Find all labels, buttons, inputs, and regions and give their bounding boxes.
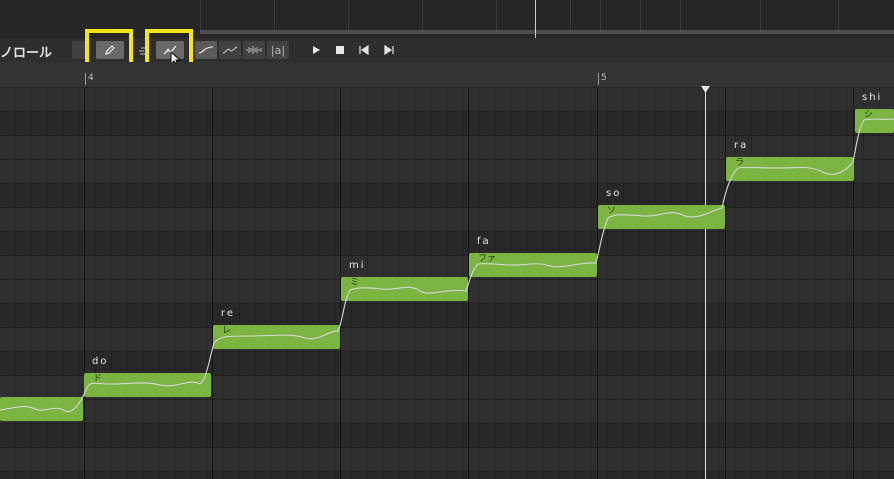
overview-cell <box>680 0 681 34</box>
waveform-mode-button[interactable] <box>243 41 265 59</box>
overview-cell <box>274 0 275 34</box>
bar-marker-4: 4 <box>85 73 94 85</box>
wave-icon <box>222 46 238 54</box>
panel-title: ノロール <box>0 46 53 61</box>
overview-scrollbar[interactable] <box>200 30 894 34</box>
waveform-icon <box>246 46 262 54</box>
lyrics-mode-label: |a| <box>270 43 286 57</box>
overview-cell <box>422 0 423 34</box>
overview-cell <box>838 0 839 34</box>
overview-cell <box>200 0 201 34</box>
overview-cell <box>760 0 761 34</box>
stop-button[interactable] <box>331 41 349 59</box>
vibrato-mode-button[interactable] <box>219 41 241 59</box>
skip-forward-icon <box>384 45 394 55</box>
timeline-ruler[interactable]: 4 5 <box>0 62 894 88</box>
overview-cell <box>496 0 497 34</box>
play-button[interactable] <box>307 41 325 59</box>
playhead-marker-icon[interactable] <box>701 86 710 93</box>
overview-cell <box>570 0 571 34</box>
select-tool-button[interactable] <box>72 41 86 59</box>
play-icon <box>313 46 320 54</box>
arrangement-overview <box>0 0 894 38</box>
overview-cell <box>640 0 641 34</box>
stop-icon <box>336 46 344 54</box>
curve-mode-button[interactable] <box>195 41 217 59</box>
skip-back-button[interactable] <box>355 41 373 59</box>
overview-cell <box>600 0 601 34</box>
pitch-curve[interactable] <box>0 88 894 479</box>
lyrics-mode-button[interactable]: |a| <box>267 41 289 59</box>
overview-cell <box>348 0 349 34</box>
overview-playhead <box>535 0 536 38</box>
curve-icon <box>198 46 214 54</box>
skip-back-icon <box>359 45 369 55</box>
skip-forward-button[interactable] <box>380 41 398 59</box>
bar-marker-5: 5 <box>598 73 607 85</box>
piano-roll-toolbar: ノロール |a| <box>0 38 894 62</box>
